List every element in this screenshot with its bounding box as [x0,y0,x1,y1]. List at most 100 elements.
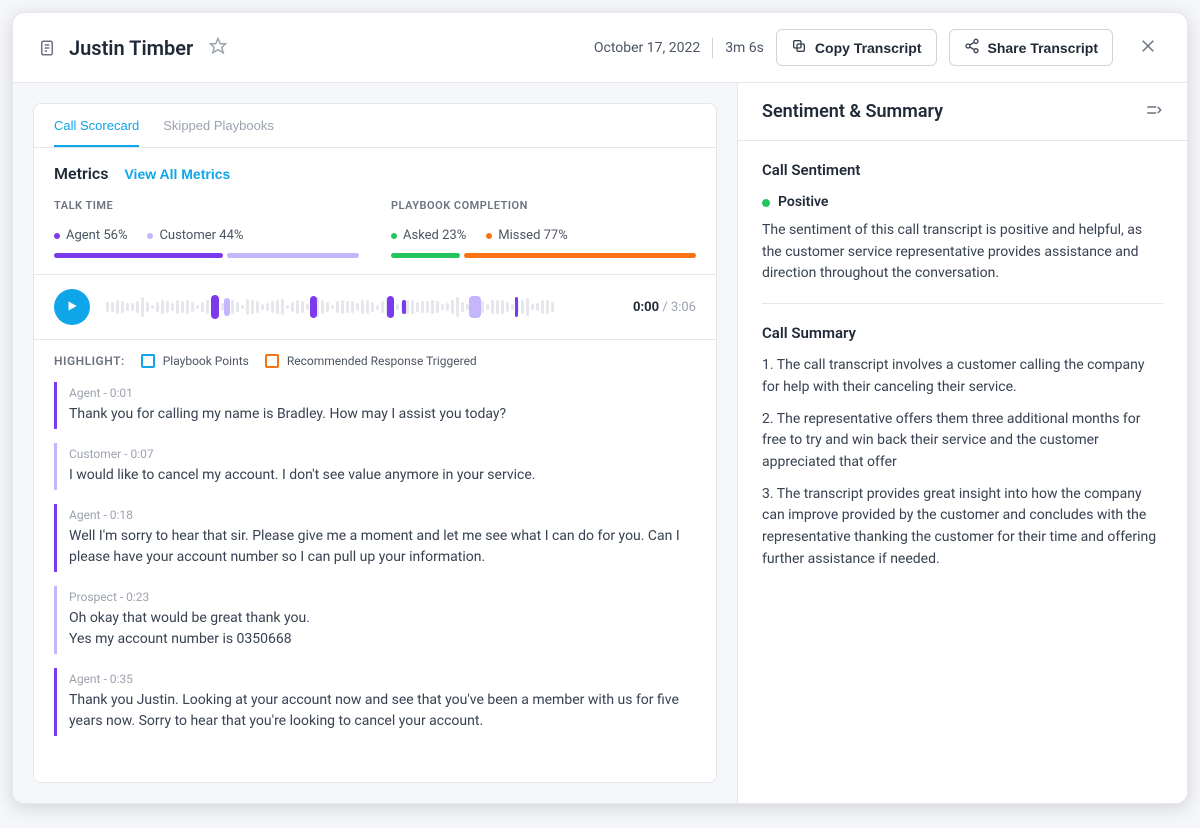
highlight-label: HIGHLIGHT: [54,354,125,368]
entry-text: Thank you for calling my name is Bradley… [69,404,696,425]
bar-agent [54,253,223,258]
highlight-row: HIGHLIGHT: Playbook Points Recommended R… [34,340,716,382]
copy-icon [791,38,807,57]
summary-title: Call Summary [762,322,1163,345]
sidebar-header: Sentiment & Summary [738,83,1187,141]
copy-label: Copy Transcript [815,40,922,56]
transcript-entry: Agent - 0:01 Thank you for calling my nam… [54,382,696,429]
call-date: October 17, 2022 [594,40,700,56]
transcript-entry: Agent - 0:35 Thank you Justin. Looking at… [54,668,696,736]
dot-icon [391,233,397,239]
highlight-playbook-checkbox[interactable]: Playbook Points [141,354,249,368]
marker-agent [387,296,394,318]
view-all-metrics-button[interactable]: View All Metrics [124,166,230,182]
sidebar-body: Call Sentiment Positive The sentiment of… [738,141,1187,598]
bar-customer [227,253,359,258]
playbook-legend: Asked 23% Missed 77% [391,228,696,243]
entry-text: Thank you Justin. Looking at your accoun… [69,690,696,732]
entry-meta: Customer - 0:07 [69,447,696,461]
star-icon [209,43,227,58]
tab-skipped-playbooks[interactable]: Skipped Playbooks [163,118,274,147]
entry-meta: Agent - 0:01 [69,386,696,400]
sentiment-dot-icon [762,199,770,207]
summary-item: 2. The representative offers them three … [762,409,1163,474]
call-duration: 3m 6s [725,40,764,56]
collapse-icon [1145,107,1163,122]
entry-text: Well I'm sorry to hear that sir. Please … [69,526,696,568]
talk-time-legend: Agent 56% Customer 44% [54,228,359,243]
current-time: 0:00 [633,300,659,315]
legend-agent: Agent 56% [54,228,127,243]
transcript-entry: Agent - 0:18 Well I'm sorry to hear that … [54,504,696,572]
entry-meta: Agent - 0:18 [69,508,696,522]
dot-icon [486,233,492,239]
waveform[interactable] [106,293,617,321]
marker-agent [211,295,219,319]
metric-talk-time: TALK TIME Agent 56% Customer 44% [54,199,359,258]
metric-playbook: PLAYBOOK COMPLETION Asked 23% Missed 77% [391,199,696,258]
left-column: Call Scorecard Skipped Playbooks Metrics… [13,83,737,803]
share-label: Share Transcript [988,40,1099,56]
play-button[interactable] [54,289,90,325]
copy-transcript-button[interactable]: Copy Transcript [776,29,937,66]
page-title: Justin Timber [69,36,193,60]
checkbox-icon [141,354,155,368]
metrics-grid: TALK TIME Agent 56% Customer 44% PLAYBOO… [34,191,716,274]
divider [712,38,713,58]
sentiment-title: Call Sentiment [762,159,1163,182]
sidebar-heading: Sentiment & Summary [762,101,943,122]
header: Justin Timber October 17, 2022 3m 6s Cop… [13,13,1187,83]
summary-item: 1. The call transcript involves a custom… [762,355,1163,398]
tab-call-scorecard[interactable]: Call Scorecard [54,118,139,147]
time-display: 0:00 / 3:06 [633,300,696,315]
close-button[interactable] [1133,31,1163,64]
tabs: Call Scorecard Skipped Playbooks [34,104,716,148]
document-icon [37,38,57,58]
collapse-sidebar-button[interactable] [1145,101,1163,122]
header-left: Justin Timber [37,33,231,62]
audio-player: 0:00 / 3:06 [34,274,716,340]
legend-asked: Asked 23% [391,228,466,243]
summary-list: 1. The call transcript involves a custom… [762,355,1163,570]
talk-time-label: TALK TIME [54,199,359,212]
right-column: Sentiment & Summary Call Sentiment Posit… [737,83,1187,803]
metrics-header: Metrics View All Metrics [34,148,716,191]
entry-text: I would like to cancel my account. I don… [69,465,696,486]
metrics-heading: Metrics [54,164,108,183]
highlight-response-checkbox[interactable]: Recommended Response Triggered [265,354,477,368]
favorite-button[interactable] [205,33,231,62]
marker-agent [310,296,317,318]
share-transcript-button[interactable]: Share Transcript [949,29,1114,66]
play-icon [65,299,79,316]
transcript-entry: Prospect - 0:23 Oh okay that would be gre… [54,586,696,654]
scorecard-card: Call Scorecard Skipped Playbooks Metrics… [33,103,717,783]
sentiment-text: The sentiment of this call transcript is… [762,220,1163,285]
marker-customer [469,296,481,318]
total-time: 3:06 [671,300,696,315]
share-icon [964,38,980,57]
waveform-markers [106,293,617,321]
bar-asked [391,253,460,258]
transcript-entry: Customer - 0:07 I would like to cancel my… [54,443,696,490]
transcript-list[interactable]: Agent - 0:01 Thank you for calling my nam… [34,382,716,782]
dot-icon [147,233,153,239]
playbook-label: PLAYBOOK COMPLETION [391,199,696,212]
entry-meta: Agent - 0:35 [69,672,696,686]
body: Call Scorecard Skipped Playbooks Metrics… [13,83,1187,803]
entry-meta: Prospect - 0:23 [69,590,696,604]
marker-customer [224,298,230,316]
divider [762,303,1163,304]
legend-customer: Customer 44% [147,228,243,243]
checkbox-icon [265,354,279,368]
talk-time-bar [54,253,359,258]
summary-item: 3. The transcript provides great insight… [762,484,1163,571]
legend-missed: Missed 77% [486,228,568,243]
header-right: October 17, 2022 3m 6s Copy Transcript S… [594,29,1163,66]
sentiment-value: Positive [762,192,1163,214]
call-detail-window: Justin Timber October 17, 2022 3m 6s Cop… [12,12,1188,804]
marker-agent [515,297,518,317]
dot-icon [54,233,60,239]
marker-agent [402,300,406,314]
close-icon [1139,43,1157,58]
entry-text: Oh okay that would be great thank you. Y… [69,608,696,650]
